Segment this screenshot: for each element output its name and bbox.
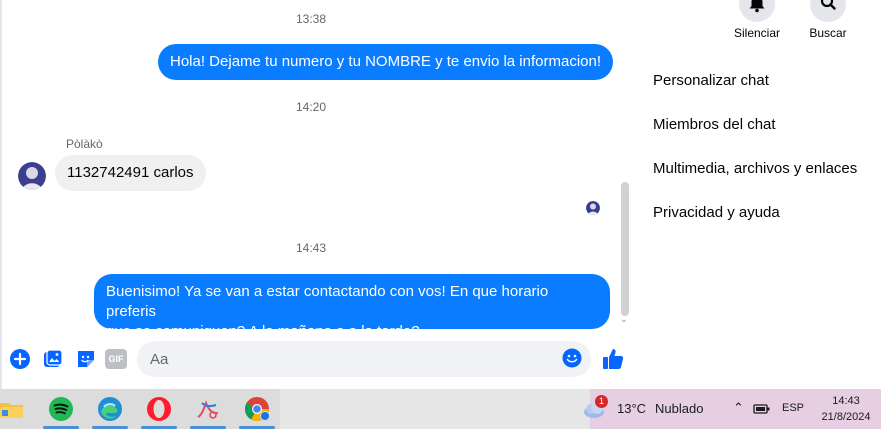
bell-icon: [749, 0, 765, 13]
outgoing-message[interactable]: Buenisimo! Ya se van a estar contactando…: [94, 274, 610, 340]
menu-chat-members[interactable]: Miembros del chat: [653, 116, 776, 133]
file-explorer-icon[interactable]: [0, 395, 24, 423]
search-icon: [820, 0, 836, 10]
chrome-icon[interactable]: [243, 395, 271, 423]
timestamp: 14:43: [295, 241, 327, 255]
contact-avatar[interactable]: [18, 162, 46, 190]
timestamp: 13:38: [295, 12, 327, 26]
weather-badge: 1: [595, 395, 608, 408]
read-receipt-icon: [586, 201, 600, 215]
message-input[interactable]: [137, 341, 591, 377]
like-icon[interactable]: [601, 347, 625, 371]
spotify-icon[interactable]: [47, 395, 75, 423]
taskbar-background: [280, 389, 590, 429]
clock-time: 14:43: [832, 395, 860, 407]
emoji-icon[interactable]: [562, 348, 582, 368]
system-tray: 1 13°C Nublado ⌃ ESP 14:43 21/8/2024: [584, 389, 881, 429]
clock-date: 21/8/2024: [821, 411, 871, 423]
avatar-image-icon: [18, 162, 46, 190]
menu-media-files-links[interactable]: Multimedia, archivos y enlaces: [653, 160, 857, 177]
gif-label: GIF: [105, 349, 127, 369]
weather-temp[interactable]: 13°C: [617, 401, 646, 416]
outgoing-message[interactable]: Hola! Dejame tu numero y tu NOMBRE y te …: [158, 44, 614, 80]
gif-icon[interactable]: GIF: [105, 348, 127, 370]
chevron-up-icon[interactable]: ⌃: [733, 400, 744, 416]
app-icon[interactable]: [194, 395, 222, 423]
sticker-icon[interactable]: [75, 348, 97, 370]
battery-icon[interactable]: [753, 402, 771, 420]
edge-icon[interactable]: [96, 395, 124, 423]
plus-icon[interactable]: [9, 348, 31, 370]
mute-label: Silenciar: [733, 26, 781, 40]
opera-icon[interactable]: [145, 395, 173, 423]
search-button[interactable]: [810, 0, 846, 22]
photo-icon[interactable]: [42, 348, 64, 370]
app-window: 13:38 Hola! Dejame tu numero y tu NOMBRE…: [0, 0, 881, 429]
chat-info-panel: Silenciar Buscar Personalizar chat Miemb…: [636, 0, 881, 389]
clock[interactable]: 14:43 21/8/2024: [816, 393, 876, 425]
language-indicator[interactable]: ESP: [782, 402, 804, 414]
timestamp: 14:20: [295, 100, 327, 114]
chat-divider: [0, 0, 2, 389]
menu-customize-chat[interactable]: Personalizar chat: [653, 72, 769, 89]
incoming-message[interactable]: 1132742491 carlos: [55, 155, 206, 191]
weather-desc[interactable]: Nublado: [655, 401, 703, 416]
composer: GIF: [0, 338, 636, 382]
scroll-down-icon[interactable]: ⌄: [620, 314, 628, 325]
menu-privacy-support[interactable]: Privacidad y ayuda: [653, 204, 780, 221]
message-line: Buenisimo! Ya se van a estar contactando…: [106, 283, 549, 320]
taskbar: 1 13°C Nublado ⌃ ESP 14:43 21/8/2024: [0, 389, 881, 429]
chat-area: 13:38 Hola! Dejame tu numero y tu NOMBRE…: [0, 0, 636, 389]
search-label: Buscar: [809, 26, 847, 40]
sender-name: Pòlàkò: [66, 137, 103, 151]
mute-button[interactable]: [739, 0, 775, 22]
chat-scrollbar[interactable]: [621, 182, 629, 316]
read-receipt-avatar: [586, 201, 600, 215]
